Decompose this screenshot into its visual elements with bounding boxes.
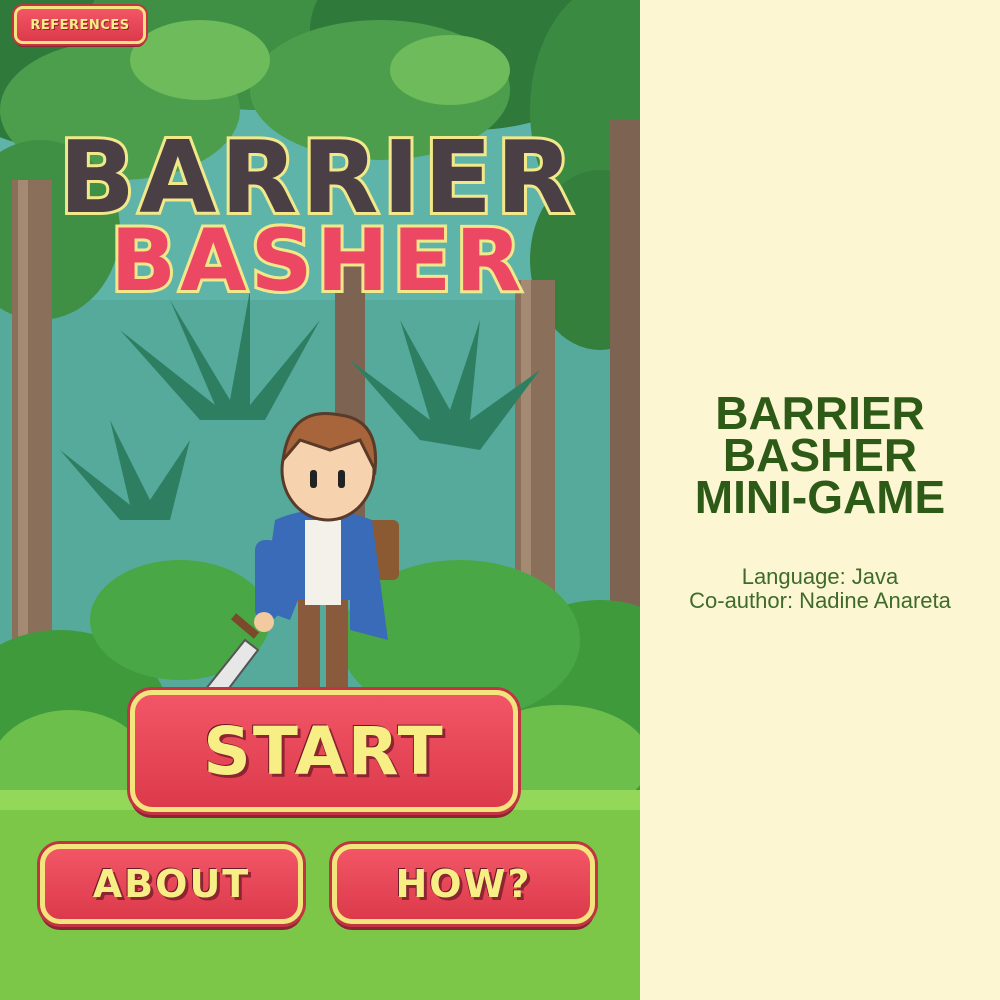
- game-logo: BARRIER BASHER: [56, 116, 576, 314]
- project-meta: Language: Java Co-author: Nadine Anareta: [640, 565, 1000, 613]
- project-title: BARRIER BASHER MINI-GAME: [640, 387, 1000, 523]
- logo-line-2: BASHER: [111, 211, 526, 311]
- project-title-line-3: MINI-GAME: [694, 471, 946, 523]
- info-panel: BARRIER BASHER MINI-GAME Language: Java …: [640, 0, 1000, 1000]
- references-button[interactable]: REFERENCES: [14, 6, 146, 44]
- how-to-play-button[interactable]: HOW?: [332, 844, 595, 924]
- about-button[interactable]: ABOUT: [40, 844, 303, 924]
- project-title-line-1: BARRIER: [715, 387, 925, 439]
- start-button[interactable]: START: [130, 690, 518, 812]
- game-screen: BARRIER BASHER REFERENCES START ABOUT HO…: [0, 0, 640, 1000]
- project-title-line-2: BASHER: [722, 429, 918, 481]
- coauthor-label: Co-author: Nadine Anareta: [689, 588, 951, 613]
- language-label: Language: Java: [741, 564, 899, 589]
